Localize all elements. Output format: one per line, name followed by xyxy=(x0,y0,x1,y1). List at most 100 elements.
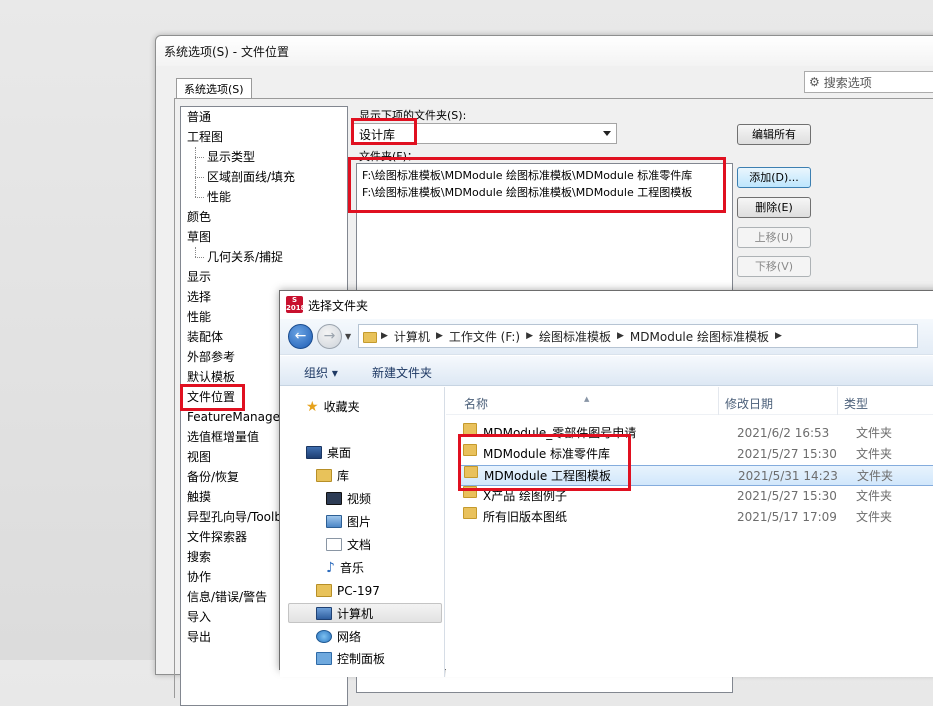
file-row[interactable]: X产品 绘图例子 2021/5/27 15:30 文件夹 xyxy=(458,486,933,507)
new-folder-button[interactable]: 新建文件夹 xyxy=(372,364,432,381)
tab-system-options[interactable]: 系统选项(S) xyxy=(176,78,252,98)
nav-libraries[interactable]: 库 xyxy=(316,466,349,486)
nav-label: 计算机 xyxy=(337,607,374,621)
nav-desktop[interactable]: 桌面 xyxy=(306,443,351,463)
desktop-icon xyxy=(306,446,322,459)
breadcrumb-separator-icon[interactable]: ▶ xyxy=(617,331,624,341)
show-folders-value: 设计库 xyxy=(359,128,396,142)
breadcrumb-separator-icon[interactable]: ▶ xyxy=(381,331,388,341)
column-name[interactable]: 名称 xyxy=(464,395,488,412)
nav-network[interactable]: 网络 xyxy=(316,627,361,647)
video-icon xyxy=(326,492,342,505)
column-date[interactable]: 修改日期 xyxy=(725,395,773,412)
back-arrow-icon[interactable]: ← xyxy=(288,324,313,349)
sort-ascending-icon: ▲ xyxy=(584,395,590,403)
nav-control-panel[interactable]: 控制面板 xyxy=(316,649,385,669)
nav-label: 文档 xyxy=(347,538,372,552)
search-placeholder: 搜索选项 xyxy=(823,75,872,90)
nav-videos[interactable]: 视频 xyxy=(326,489,371,509)
forward-arrow-icon[interactable]: → xyxy=(317,324,342,349)
tree-item[interactable]: 显示 xyxy=(181,267,347,287)
chevron-down-icon xyxy=(603,131,611,136)
edit-all-button[interactable]: 编辑所有 xyxy=(737,124,811,145)
tree-item[interactable]: 显示类型 xyxy=(181,147,347,167)
file-row-type: 文件夹 xyxy=(856,447,893,461)
control-panel-icon xyxy=(316,652,332,665)
document-icon xyxy=(326,538,342,551)
nav-label: 音乐 xyxy=(339,561,364,575)
breadcrumb-separator-icon[interactable]: ▶ xyxy=(775,331,782,341)
navigation-pane: ★ 收藏夹 桌面 库 视频 图片 文档 ♪ 音乐 PC-197 计算机 网络 控制面 xyxy=(280,387,445,677)
nav-label: 网络 xyxy=(337,630,362,644)
file-row-date: 2021/5/17 17:09 xyxy=(737,510,837,524)
file-row[interactable]: MDModule_零部件图号申请 2021/6/2 16:53 文件夹 xyxy=(458,423,933,444)
search-options-input[interactable]: ⚙ 搜索选项 xyxy=(804,71,933,93)
show-folders-combo[interactable]: 设计库 xyxy=(352,123,617,144)
library-icon xyxy=(316,469,332,482)
tree-item[interactable]: 性能 xyxy=(181,187,347,207)
folder-icon xyxy=(464,466,478,478)
file-row-name: MDModule 工程图模板 xyxy=(484,469,612,483)
tree-item[interactable]: 区域剖面线/填充 xyxy=(181,167,347,187)
folder-icon xyxy=(463,444,477,456)
picker-title-bar: S 2018 选择文件夹 xyxy=(280,291,933,319)
file-row-type: 文件夹 xyxy=(856,489,893,503)
file-row[interactable]: MDModule 标准零件库 2021/5/27 15:30 文件夹 xyxy=(458,444,933,465)
folder-icon xyxy=(463,507,477,519)
breadcrumb-computer[interactable]: 计算机 xyxy=(394,328,430,345)
nav-label: PC-197 xyxy=(337,584,380,598)
folder-icon xyxy=(463,423,477,435)
file-row-type: 文件夹 xyxy=(856,426,893,440)
computer-icon xyxy=(316,607,332,620)
tree-item[interactable]: 普通 xyxy=(181,107,347,127)
folders-label: 文件夹(F)： xyxy=(359,150,418,163)
column-header-row: ▲ 名称 修改日期 类型 xyxy=(446,387,933,415)
picture-icon xyxy=(326,515,342,528)
column-type[interactable]: 类型 xyxy=(844,395,868,412)
file-row-date: 2021/6/2 16:53 xyxy=(737,426,830,440)
file-row-type: 文件夹 xyxy=(856,510,893,524)
tree-item[interactable]: 工程图 xyxy=(181,127,347,147)
column-divider[interactable] xyxy=(837,387,838,415)
breadcrumb-separator-icon[interactable]: ▶ xyxy=(436,331,443,341)
nav-label: 收藏夹 xyxy=(323,400,360,414)
file-row[interactable]: MDModule 工程图模板 2021/5/31 14:23 文件夹 xyxy=(458,465,933,486)
nav-label: 视频 xyxy=(347,492,372,506)
nav-music[interactable]: ♪ 音乐 xyxy=(326,558,364,578)
delete-button[interactable]: 删除(E) xyxy=(737,197,811,218)
tree-item[interactable]: 几何关系/捕捉 xyxy=(181,247,347,267)
breadcrumb-mdmodule-templates[interactable]: MDModule 绘图标准模板 xyxy=(630,328,769,345)
music-icon: ♪ xyxy=(326,560,335,576)
select-folder-dialog: S 2018 选择文件夹 ← → ▼ ▶ 计算机 ▶ 工作文件 (F:) ▶ 绘图… xyxy=(279,290,933,677)
network-icon xyxy=(316,630,332,643)
organize-button[interactable]: 组织 ▾ xyxy=(304,364,338,381)
move-up-button[interactable]: 上移(U) xyxy=(737,227,811,248)
nav-documents[interactable]: 文档 xyxy=(326,535,371,555)
picker-title: 选择文件夹 xyxy=(308,299,369,313)
breadcrumb-template-root[interactable]: 绘图标准模板 xyxy=(539,328,611,345)
star-icon: ★ xyxy=(306,399,319,415)
nav-label: 图片 xyxy=(347,515,372,529)
recent-locations-chevron-icon[interactable]: ▼ xyxy=(345,332,351,341)
gear-icon: ⚙ xyxy=(809,75,820,89)
add-button[interactable]: 添加(D)... xyxy=(737,167,811,188)
nav-pc-197[interactable]: PC-197 xyxy=(316,581,380,601)
folder-path-item[interactable]: F:\绘图标准模板\MDModule 绘图标准模板\MDModule 工程图模板 xyxy=(362,184,727,201)
breadcrumb-drive-f[interactable]: 工作文件 (F:) xyxy=(449,328,520,345)
file-row-date: 2021/5/27 15:30 xyxy=(737,489,837,503)
nav-computer[interactable]: 计算机 xyxy=(288,603,442,623)
column-divider[interactable] xyxy=(718,387,719,415)
move-down-button[interactable]: 下移(V) xyxy=(737,256,811,277)
nav-favorites[interactable]: ★ 收藏夹 xyxy=(306,397,360,417)
breadcrumb-separator-icon[interactable]: ▶ xyxy=(526,331,533,341)
folder-icon xyxy=(463,486,477,498)
navigation-bar: ← → ▼ ▶ 计算机 ▶ 工作文件 (F:) ▶ 绘图标准模板 ▶ MDMod… xyxy=(280,319,933,355)
tree-item[interactable]: 颜色 xyxy=(181,207,347,227)
file-row[interactable]: 所有旧版本图纸 2021/5/17 17:09 文件夹 xyxy=(458,507,933,528)
nav-pictures[interactable]: 图片 xyxy=(326,512,371,532)
tree-item[interactable]: 草图 xyxy=(181,227,347,247)
folder-path-item[interactable]: F:\绘图标准模板\MDModule 绘图标准模板\MDModule 标准零件库 xyxy=(362,167,727,184)
address-bar[interactable]: ▶ 计算机 ▶ 工作文件 (F:) ▶ 绘图标准模板 ▶ MDModule 绘图… xyxy=(358,324,918,348)
folder-icon xyxy=(363,331,377,343)
show-folders-label: 显示下项的文件夹(S): xyxy=(359,109,467,122)
